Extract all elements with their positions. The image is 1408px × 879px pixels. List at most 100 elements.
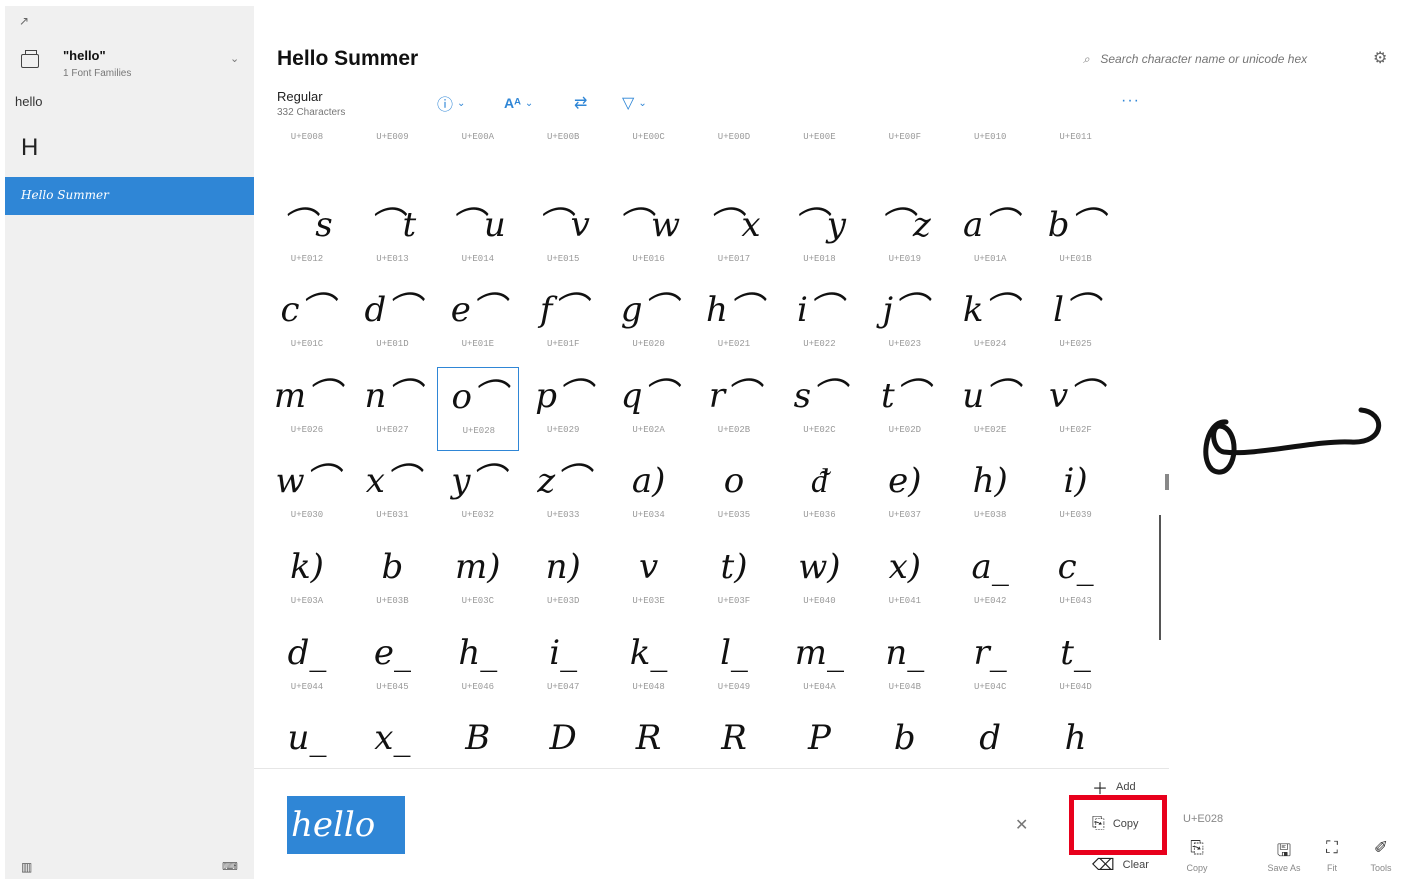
glyph-cell[interactable]: ⌒w U+E016 bbox=[608, 196, 690, 280]
glyph-cell[interactable]: d⌒ U+E01D bbox=[351, 281, 433, 365]
glyph-cell[interactable]: ⌒y U+E018 bbox=[778, 196, 860, 280]
glyph-cell[interactable]: n) U+E03D bbox=[522, 538, 604, 622]
collection-selector[interactable]: "hello" 1 Font Families ⌄ bbox=[5, 42, 254, 88]
glyph-cell[interactable]: ⌒v U+E015 bbox=[522, 196, 604, 280]
clear-button[interactable]: ⌫ Clear bbox=[1092, 855, 1149, 875]
glyph-cell[interactable]: BU+E050 bbox=[437, 709, 519, 768]
glyph-cell[interactable]: ᵕU+E010 bbox=[949, 132, 1031, 194]
keyboard-icon[interactable]: ⌨ bbox=[222, 860, 238, 873]
glyph-cell[interactable]: n⌒ U+E027 bbox=[351, 367, 433, 451]
gear-icon[interactable]: ⚙ bbox=[1373, 48, 1387, 68]
glyph-cell[interactable]: l_ U+E049 bbox=[693, 624, 775, 708]
glyph-cell[interactable]: w) U+E040 bbox=[778, 538, 860, 622]
sample-text-box[interactable]: hello bbox=[287, 796, 405, 854]
glyph-cell[interactable]: p⌒ U+E029 bbox=[522, 367, 604, 451]
info-dropdown[interactable]: ⓘ ⌄ bbox=[437, 91, 465, 115]
glyph-cell[interactable]: a) U+E034 bbox=[608, 452, 690, 536]
glyph-cell[interactable]: s⌒ U+E02C bbox=[778, 367, 860, 451]
library-icon[interactable]: ▥ bbox=[21, 860, 32, 874]
more-options-button[interactable]: ··· bbox=[1121, 92, 1140, 110]
glyph-cell[interactable]: ⌒z U+E019 bbox=[864, 196, 946, 280]
glyph-cell[interactable]: d_ U+E044 bbox=[266, 624, 348, 708]
glyph-cell[interactable]: g⌒ U+E020 bbox=[608, 281, 690, 365]
glyph-cell[interactable]: ⌒s U+E012 bbox=[266, 196, 348, 280]
pin-icon[interactable]: ↗ bbox=[19, 14, 29, 28]
glyph-cell[interactable]: ⌒u U+E014 bbox=[437, 196, 519, 280]
close-icon[interactable]: ✕ bbox=[1015, 815, 1028, 835]
glyph-cell[interactable]: r⌒ U+E02B bbox=[693, 367, 775, 451]
glyph-cell[interactable]: dU+E056 bbox=[949, 709, 1031, 768]
glyph-cell[interactable]: PU+E054 bbox=[778, 709, 860, 768]
glyph-cell[interactable]: a⌒ U+E01A bbox=[949, 196, 1031, 280]
glyph-cell[interactable]: q⌒ U+E02A bbox=[608, 367, 690, 451]
glyph-cell[interactable]: U+E00E bbox=[778, 132, 860, 194]
glyph-cell[interactable]: u⌒ U+E02E bbox=[949, 367, 1031, 451]
glyph-cell[interactable]: i⌒ U+E022 bbox=[778, 281, 860, 365]
glyph-cell[interactable]: h) U+E038 bbox=[949, 452, 1031, 536]
glyph-cell[interactable]: U+E00C bbox=[608, 132, 690, 194]
search-input[interactable] bbox=[1100, 52, 1336, 66]
glyph-cell[interactable]: h⌒ U+E021 bbox=[693, 281, 775, 365]
sidebar-item-hello-summer[interactable]: Hello Summer bbox=[5, 177, 254, 215]
glyph-cell[interactable]: k) U+E03A bbox=[266, 538, 348, 622]
search-box[interactable]: ⌕ bbox=[1083, 52, 1338, 70]
glyph-cell[interactable]: RU+E052 bbox=[608, 709, 690, 768]
glyph-cell[interactable]: o U+E035 bbox=[693, 452, 775, 536]
glyph-cell[interactable]: j⌒ U+E023 bbox=[864, 281, 946, 365]
swap-button[interactable]: ⇄ bbox=[574, 91, 587, 115]
glyph-cell[interactable]: x_U+E04F bbox=[351, 709, 433, 768]
preview-scrollbar[interactable] bbox=[1159, 515, 1161, 640]
glyph-cell[interactable]: e) U+E037 bbox=[864, 452, 946, 536]
font-size-dropdown[interactable]: Aᴬ ⌄ bbox=[504, 91, 533, 115]
glyph-cell[interactable]: e_ U+E045 bbox=[351, 624, 433, 708]
glyph-cell[interactable]: b U+E03B bbox=[351, 538, 433, 622]
glyph-cell[interactable]: t_ U+E04D bbox=[1035, 624, 1117, 708]
filter-dropdown[interactable]: ▽ ⌄ bbox=[622, 91, 647, 115]
glyph-cell[interactable]: u_U+E04E bbox=[266, 709, 348, 768]
glyph-cell[interactable]: l⌒ U+E025 bbox=[1035, 281, 1117, 365]
glyph-cell[interactable]: i_ U+E047 bbox=[522, 624, 604, 708]
glyph-cell[interactable]: hU+E057 bbox=[1035, 709, 1117, 768]
glyph-cell[interactable]: v U+E03E bbox=[608, 538, 690, 622]
glyph-cell[interactable]: DU+E051 bbox=[522, 709, 604, 768]
glyph-cell[interactable]: ɔU+E00F bbox=[864, 132, 946, 194]
glyph-cell[interactable]: v⌒ U+E02F bbox=[1035, 367, 1117, 451]
glyph-cell[interactable]: k⌒ U+E024 bbox=[949, 281, 1031, 365]
glyph-cell[interactable]: ɔU+E009 bbox=[351, 132, 433, 194]
glyph-cell[interactable]: f⌒ U+E01F bbox=[522, 281, 604, 365]
glyph-cell[interactable]: t) U+E03F bbox=[693, 538, 775, 622]
style-selector[interactable]: Regular bbox=[277, 89, 323, 104]
glyph-cell[interactable]: k_ U+E048 bbox=[608, 624, 690, 708]
tool-copy[interactable]: ⎘ Copy bbox=[1177, 838, 1217, 873]
glyph-cell[interactable]: U+E00A bbox=[437, 132, 519, 194]
tool-fit[interactable]: ⛶ Fit bbox=[1312, 838, 1352, 873]
glyph-cell[interactable]: x⌒ U+E031 bbox=[351, 452, 433, 536]
glyph-cell[interactable]: n_ U+E04B bbox=[864, 624, 946, 708]
glyph-cell[interactable]: t⌒ U+E02D bbox=[864, 367, 946, 451]
glyph-cell[interactable]: ⌒x U+E017 bbox=[693, 196, 775, 280]
scroll-thumb[interactable] bbox=[1165, 474, 1169, 490]
glyph-cell[interactable]: ⌒t U+E013 bbox=[351, 196, 433, 280]
letter-group-header[interactable]: H bbox=[21, 134, 38, 162]
glyph-cell[interactable]: ᵭ U+E036 bbox=[778, 452, 860, 536]
glyph-cell[interactable]: e⌒ U+E01E bbox=[437, 281, 519, 365]
glyph-cell[interactable]: a_ U+E042 bbox=[949, 538, 1031, 622]
glyph-cell[interactable]: c_ U+E043 bbox=[1035, 538, 1117, 622]
glyph-cell[interactable]: h_ U+E046 bbox=[437, 624, 519, 708]
tool-save-as[interactable]: 🖫 Save As bbox=[1264, 838, 1304, 873]
glyph-cell[interactable]: x) U+E041 bbox=[864, 538, 946, 622]
glyph-cell[interactable]: RU+E053 bbox=[693, 709, 775, 768]
glyph-cell[interactable]: m) U+E03C bbox=[437, 538, 519, 622]
glyph-cell[interactable]: o⌒ U+E028 bbox=[436, 366, 519, 451]
glyph-cell[interactable]: w⌒ U+E030 bbox=[266, 452, 348, 536]
glyph-cell[interactable]: m⌒ U+E026 bbox=[266, 367, 348, 451]
tool-tools[interactable]: ✐ Tools bbox=[1361, 838, 1401, 873]
glyph-cell[interactable]: z⌒ U+E033 bbox=[522, 452, 604, 536]
chevron-down-icon[interactable]: ⌄ bbox=[230, 52, 239, 65]
glyph-cell[interactable]: ɔU+E008 bbox=[266, 132, 348, 194]
glyph-cell[interactable]: b⌒ U+E01B bbox=[1035, 196, 1117, 280]
glyph-cell[interactable]: y⌒ U+E032 bbox=[437, 452, 519, 536]
glyph-cell[interactable]: U+E00B bbox=[522, 132, 604, 194]
glyph-cell[interactable]: bU+E055 bbox=[864, 709, 946, 768]
glyph-cell[interactable]: m_ U+E04A bbox=[778, 624, 860, 708]
